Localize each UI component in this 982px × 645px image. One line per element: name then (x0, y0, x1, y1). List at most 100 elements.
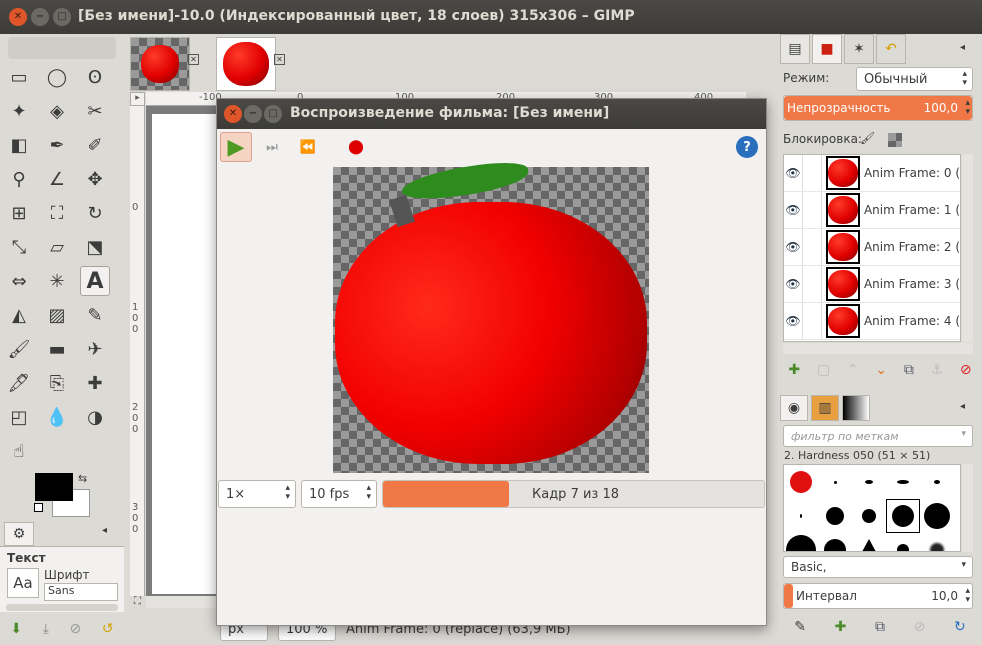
close-tab-icon[interactable]: ✕ (188, 54, 199, 65)
heal-tool-button[interactable]: ✚ (80, 368, 110, 398)
reset-options-icon[interactable]: ↺ (102, 621, 114, 637)
foreground-color-swatch-top[interactable] (35, 473, 73, 501)
opacity-slider[interactable]: Непрозрачность 100,0 ▴ ▾ (783, 95, 973, 121)
paintbrush-tool-button[interactable]: 🖌 (4, 334, 34, 364)
brush-item[interactable] (886, 499, 920, 533)
color-picker-tool-button[interactable]: ✐ (80, 130, 110, 160)
font-preview-button[interactable]: Aa (7, 568, 39, 598)
layer-row[interactable]: 👁 Anim Frame: 3 ( (784, 266, 960, 303)
configure-tab-icon[interactable]: ◂ (960, 401, 965, 412)
duplicate-brush-icon[interactable]: ⧉ (875, 619, 885, 635)
layers-list[interactable]: 👁 Anim Frame: 0 (👁 Anim Frame: 1 (👁 Anim Fr… (783, 154, 961, 342)
tab-layers[interactable]: ▤ (780, 34, 810, 64)
smudge-tool-button[interactable]: ☝ (4, 436, 34, 466)
tab-undo[interactable]: ↶ (876, 34, 906, 64)
brush-item[interactable] (852, 499, 886, 533)
brush-item[interactable] (886, 465, 920, 499)
image-tab-2[interactable] (216, 37, 276, 91)
fps-selector[interactable]: 10 fps ▴ ▾ (301, 480, 377, 508)
frame-progress-bar[interactable]: Кадр 7 из 18 (382, 480, 765, 508)
maximize-window-button[interactable]: □ (53, 8, 71, 26)
color-select-tool-button[interactable]: ◈ (42, 96, 72, 126)
paths-tool-button[interactable]: ✒ (42, 130, 72, 160)
close-dialog-button[interactable]: ✕ (224, 105, 242, 123)
delete-brush-icon[interactable]: ⊘ (914, 619, 926, 635)
chain-toggle[interactable] (801, 266, 822, 302)
layer-name[interactable]: Anim Frame: 4 ( (864, 314, 960, 328)
layer-name[interactable]: Anim Frame: 3 ( (864, 277, 960, 291)
chain-toggle[interactable] (801, 229, 822, 265)
raise-layer-icon[interactable]: ⌃ (847, 362, 859, 378)
scale-tool-button[interactable]: ⤡ (4, 232, 34, 262)
blend-tool-button[interactable]: ▨ (42, 300, 72, 330)
brush-item[interactable] (920, 533, 954, 551)
eye-icon[interactable]: 👁 (784, 203, 802, 217)
layer-row[interactable]: 👁 Anim Frame: 1 ( (784, 192, 960, 229)
configure-tab-icon[interactable]: ◂ (960, 42, 965, 53)
rect-select-tool-button[interactable]: ▭ (4, 62, 34, 92)
ellipse-select-tool-button[interactable]: ◯ (42, 62, 72, 92)
brush-item[interactable] (886, 533, 920, 551)
brush-item[interactable] (784, 499, 818, 533)
duplicate-layer-icon[interactable]: ⧉ (904, 362, 914, 378)
brush-item[interactable] (784, 465, 818, 499)
lock-pixels-icon[interactable]: 🖌 (860, 131, 875, 145)
brush-item[interactable] (920, 465, 954, 499)
eye-icon[interactable]: 👁 (784, 166, 802, 180)
new-brush-icon[interactable]: ✚ (835, 619, 847, 635)
flip-tool-button[interactable]: ⇔ (4, 266, 34, 296)
vertical-ruler[interactable]: 0 1 0 0 2 0 0 3 0 0 (130, 106, 145, 596)
perspective-clone-tool-button[interactable]: ◰ (4, 402, 34, 432)
delete-options-icon[interactable]: ⊘ (70, 621, 82, 637)
detach-button[interactable]: ⬤ (343, 135, 369, 159)
brush-scrollbar[interactable] (962, 464, 973, 552)
layer-name[interactable]: Anim Frame: 1 ( (864, 203, 960, 217)
layer-row[interactable]: 👁 Anim Frame: 4 ( (784, 303, 960, 340)
rotate-tool-button[interactable]: ↻ (80, 198, 110, 228)
mode-selector[interactable]: Обычный ▴ ▾ (856, 67, 973, 91)
zoom-tool-button[interactable]: ⚲ (4, 164, 34, 194)
airbrush-tool-button[interactable]: ✈ (80, 334, 110, 364)
text-tool-button[interactable]: A (80, 266, 110, 296)
tool-options-tab[interactable]: ⚙ (4, 522, 34, 546)
eye-icon[interactable]: 👁 (784, 314, 802, 328)
tag-filter-input[interactable]: фильтр по меткам ▾ (783, 425, 973, 447)
tab-paths[interactable]: ✶ (844, 34, 874, 64)
refresh-brushes-icon[interactable]: ↻ (954, 619, 966, 635)
eye-icon[interactable]: 👁 (784, 277, 802, 291)
navigate-icon[interactable]: ⛶ (134, 596, 141, 607)
font-field[interactable]: Sans (44, 583, 118, 601)
scissors-tool-button[interactable]: ✂ (80, 96, 110, 126)
swap-colors-icon[interactable]: ⇆ (78, 472, 87, 485)
anchor-layer-icon[interactable]: ⚓ (931, 362, 944, 378)
lock-alpha-icon[interactable] (888, 133, 902, 147)
brush-item[interactable] (818, 499, 852, 533)
fuzzy-select-tool-button[interactable]: ✦ (4, 96, 34, 126)
brush-preset-selector[interactable]: Basic, ▾ (783, 556, 973, 578)
tool-options-scrollbar[interactable] (6, 604, 118, 611)
free-select-tool-button[interactable]: ʘ (80, 62, 110, 92)
close-window-button[interactable]: ✕ (9, 8, 27, 26)
minimize-dialog-button[interactable]: − (244, 105, 262, 123)
perspective-tool-button[interactable]: ⬔ (80, 232, 110, 262)
brush-grid[interactable] (783, 464, 961, 552)
dodge-burn-tool-button[interactable]: ◑ (80, 402, 110, 432)
crop-tool-button[interactable]: ⛶ (42, 198, 72, 228)
edit-brush-icon[interactable]: ✎ (794, 619, 806, 635)
step-forward-button[interactable]: ⏭ (259, 136, 285, 158)
tab-gradients[interactable] (842, 395, 870, 421)
foreground-select-tool-button[interactable]: ◧ (4, 130, 34, 160)
shear-tool-button[interactable]: ▱ (42, 232, 72, 262)
restore-options-icon[interactable]: ⤓ (43, 621, 49, 637)
new-layer-icon[interactable]: ✚ (788, 362, 800, 378)
move-tool-button[interactable]: ✥ (80, 164, 110, 194)
delete-layer-icon[interactable]: ⊘ (960, 362, 972, 378)
chain-toggle[interactable] (801, 192, 822, 228)
bucket-fill-tool-button[interactable]: ◭ (4, 300, 34, 330)
maximize-dialog-button[interactable]: □ (264, 105, 282, 123)
brush-item[interactable] (818, 533, 852, 551)
brush-item[interactable] (852, 465, 886, 499)
brush-item[interactable] (920, 499, 954, 533)
quick-mask-menu-icon[interactable]: ▸ (130, 92, 145, 106)
layer-name[interactable]: Anim Frame: 2 ( (864, 240, 960, 254)
